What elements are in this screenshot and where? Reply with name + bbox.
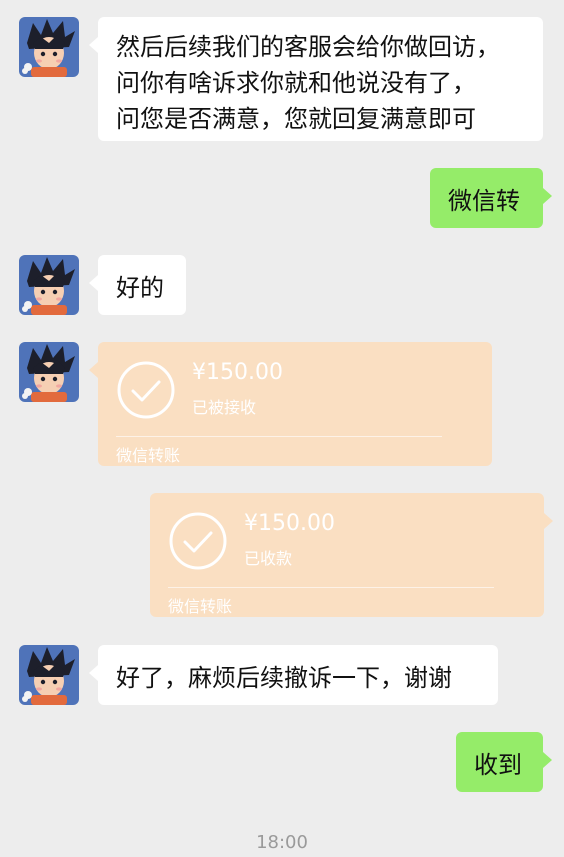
message-text: 收到 bbox=[474, 750, 522, 779]
message-text: 好了，麻烦后续撤诉一下，谢谢 bbox=[116, 663, 452, 692]
cartoon-boy-avatar-icon bbox=[19, 17, 79, 77]
divider bbox=[168, 587, 494, 588]
transfer-footer-label: 微信转账 bbox=[116, 446, 181, 465]
transfer-amount: ¥150.00 bbox=[192, 360, 283, 385]
message-text-line: 问您是否满意，您就回复满意即可 bbox=[116, 105, 476, 133]
message-bubble-left[interactable]: 好了，麻烦后续撤诉一下，谢谢 bbox=[89, 645, 498, 705]
message-bubble-left[interactable]: 好的 bbox=[89, 255, 186, 315]
check-circle-icon bbox=[117, 361, 175, 419]
divider bbox=[116, 436, 442, 437]
transfer-status: 已收款 bbox=[244, 549, 293, 568]
cartoon-boy-avatar-icon bbox=[19, 645, 79, 705]
timestamp: 18:00 bbox=[256, 832, 308, 853]
message-text-line: 问你有啥诉求你就和他说没有了， bbox=[116, 69, 476, 97]
transfer-footer-label: 微信转账 bbox=[168, 597, 233, 616]
avatar[interactable] bbox=[19, 17, 79, 77]
transfer-card-collected[interactable]: ¥150.00 已收款 微信转账 bbox=[150, 493, 553, 617]
message-bubble-right[interactable]: 微信转 bbox=[430, 168, 552, 228]
cartoon-boy-avatar-icon bbox=[19, 255, 79, 315]
transfer-card-received[interactable]: ¥150.00 已被接收 微信转账 bbox=[89, 342, 492, 466]
message-text-line: 然后后续我们的客服会给你做回访， bbox=[116, 33, 500, 61]
cartoon-boy-avatar-icon bbox=[19, 342, 79, 402]
avatar[interactable] bbox=[19, 645, 79, 705]
check-circle-icon bbox=[169, 512, 227, 570]
message-bubble-right[interactable]: 收到 bbox=[456, 732, 552, 792]
avatar[interactable] bbox=[19, 342, 79, 402]
transfer-status: 已被接收 bbox=[192, 398, 257, 417]
message-text: 微信转 bbox=[448, 186, 520, 215]
message-bubble-left[interactable]: 然后后续我们的客服会给你做回访， 问你有啥诉求你就和他说没有了， 问您是否满意，… bbox=[89, 17, 543, 141]
avatar[interactable] bbox=[19, 255, 79, 315]
transfer-amount: ¥150.00 bbox=[244, 511, 335, 536]
message-text: 好的 bbox=[116, 273, 164, 302]
